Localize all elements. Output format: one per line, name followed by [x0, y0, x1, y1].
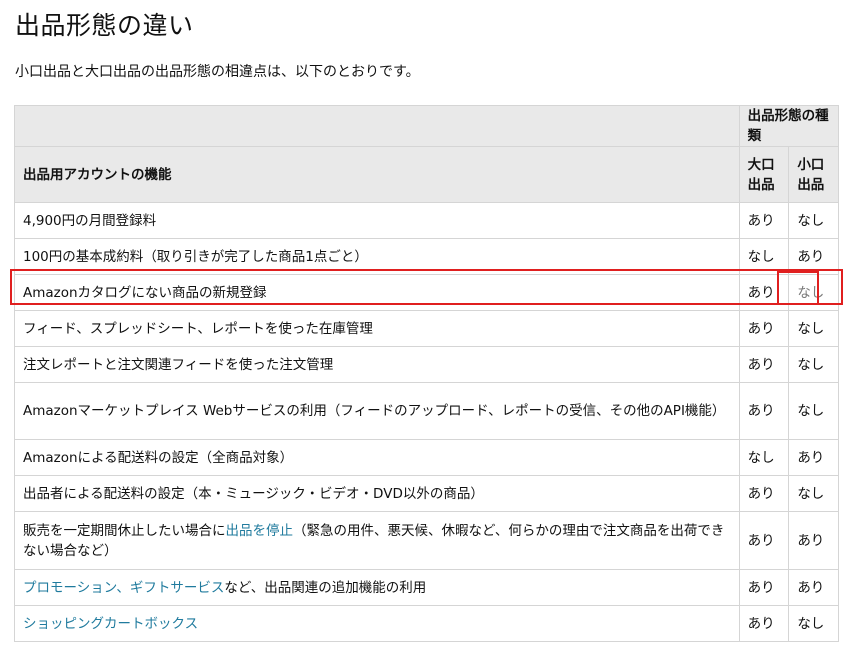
large-seller-value: あり	[738, 569, 790, 606]
small-seller-value: なし	[788, 202, 839, 239]
large-seller-value: あり	[738, 310, 790, 347]
table-row: フィード、スプレッドシート、レポートを使った在庫管理 あり なし	[14, 310, 839, 347]
large-seller-value: あり	[738, 382, 790, 440]
feature-text: 販売を一定期間休止したい場合に	[23, 522, 226, 539]
table-row: 販売を一定期間休止したい場合に出品を停止（緊急の用件、悪天候、休暇など、何らかの…	[14, 511, 839, 570]
header-large-seller: 大口出品	[738, 146, 790, 203]
feature-cell: 販売を一定期間休止したい場合に出品を停止（緊急の用件、悪天候、休暇など、何らかの…	[14, 511, 740, 570]
large-seller-value: あり	[738, 202, 790, 239]
small-seller-value: なし	[788, 475, 839, 512]
large-seller-value: あり	[738, 346, 790, 383]
large-seller-value: あり	[738, 605, 790, 642]
header-small-seller: 小口出品	[788, 146, 839, 203]
feature-cell: 出品者による配送料の設定（本・ミュージック・ビデオ・DVD以外の商品）	[14, 475, 740, 512]
feature-text: など、出品関連の追加機能の利用	[224, 579, 427, 596]
page-title: 出品形態の違い	[15, 11, 194, 40]
header-listing-types: 出品形態の種類	[738, 105, 840, 147]
small-seller-value: あり	[788, 569, 839, 606]
intro-text: 小口出品と大口出品の出品形態の相違点は、以下のとおりです。	[15, 64, 420, 80]
small-seller-value: なし	[788, 382, 839, 440]
large-seller-value: あり	[738, 511, 790, 570]
small-seller-value: なし	[788, 346, 839, 383]
small-seller-value: なし	[788, 310, 839, 347]
feature-cell: Amazonマーケットプレイス Webサービスの利用（フィードのアップロード、レ…	[14, 382, 740, 440]
header-empty-cell	[14, 105, 740, 147]
table-row: ショッピングカートボックス あり なし	[14, 605, 839, 642]
highlight-row-box	[10, 269, 843, 305]
stop-listing-link[interactable]: 出品を停止	[226, 523, 294, 539]
large-seller-value: なし	[738, 439, 790, 476]
table-row: 出品者による配送料の設定（本・ミュージック・ビデオ・DVD以外の商品） あり な…	[14, 475, 839, 512]
table-row: 4,900円の月間登録料 あり なし	[14, 202, 839, 239]
feature-cell: 注文レポートと注文関連フィードを使った注文管理	[14, 346, 740, 383]
shopping-cart-box-link[interactable]: ショッピングカートボックス	[23, 616, 198, 632]
highlight-cell-box	[777, 271, 819, 305]
large-seller-value: あり	[738, 475, 790, 512]
feature-cell: ショッピングカートボックス	[14, 605, 740, 642]
promotion-gift-link[interactable]: プロモーション、ギフトサービス	[23, 580, 224, 596]
table-row: Amazonマーケットプレイス Webサービスの利用（フィードのアップロード、レ…	[14, 382, 839, 440]
table-row: Amazonによる配送料の設定（全商品対象） なし あり	[14, 439, 839, 476]
comparison-table: 出品形態の種類 出品用アカウントの機能 大口出品 小口出品 4,900円の月間登…	[14, 105, 840, 642]
table-row: 注文レポートと注文関連フィードを使った注文管理 あり なし	[14, 346, 839, 383]
table-row: プロモーション、ギフトサービスなど、出品関連の追加機能の利用 あり あり	[14, 569, 839, 606]
small-seller-value: あり	[788, 511, 839, 570]
feature-cell: Amazonによる配送料の設定（全商品対象）	[14, 439, 740, 476]
feature-cell: 4,900円の月間登録料	[14, 202, 740, 239]
feature-cell: フィード、スプレッドシート、レポートを使った在庫管理	[14, 310, 740, 347]
small-seller-value: あり	[788, 439, 839, 476]
feature-cell: プロモーション、ギフトサービスなど、出品関連の追加機能の利用	[14, 569, 740, 606]
header-feature: 出品用アカウントの機能	[14, 146, 740, 203]
small-seller-value: なし	[788, 605, 839, 642]
